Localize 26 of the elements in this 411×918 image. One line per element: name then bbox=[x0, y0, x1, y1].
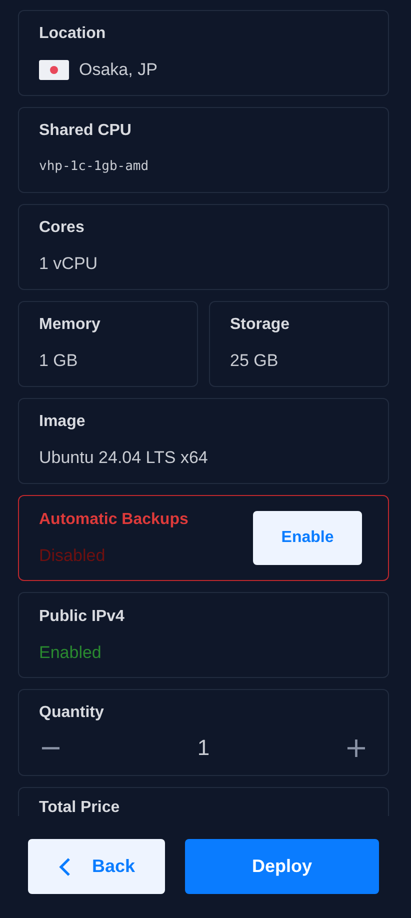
back-button[interactable]: Back bbox=[28, 839, 165, 894]
card-title: Total Price bbox=[39, 798, 121, 816]
chevron-left-icon bbox=[58, 856, 72, 876]
decrement-button[interactable]: − bbox=[39, 735, 62, 761]
increment-button[interactable]: + bbox=[344, 735, 368, 761]
card-title: Memory bbox=[39, 315, 102, 335]
card-title: Storage bbox=[230, 315, 291, 335]
status-text: Enabled bbox=[39, 642, 102, 662]
card-title: Shared CPU bbox=[39, 121, 132, 141]
card-title: Location bbox=[39, 24, 107, 44]
card-value: 1 vCPU bbox=[39, 254, 99, 274]
card-title: Quantity bbox=[39, 703, 105, 723]
enable-button[interactable]: Enable bbox=[253, 510, 362, 564]
card-title: Automatic Backups bbox=[39, 510, 188, 530]
status-text: Disabled bbox=[39, 546, 106, 566]
deploy-button[interactable]: Deploy bbox=[185, 839, 379, 894]
card-title: Cores bbox=[39, 218, 86, 238]
card-title: Public IPv4 bbox=[39, 606, 124, 626]
card-title: Image bbox=[39, 412, 86, 432]
quantity-value: 1 bbox=[197, 735, 210, 761]
card-value: 1 GB bbox=[39, 351, 79, 371]
flag-icon bbox=[39, 60, 69, 80]
card-value: Ubuntu 24.04 LTS x64 bbox=[39, 448, 209, 468]
card-value: vhp-1c-1gb-amd bbox=[39, 158, 150, 176]
card-value: Osaka, JP bbox=[79, 60, 158, 80]
card-value: 25 GB bbox=[230, 351, 280, 371]
